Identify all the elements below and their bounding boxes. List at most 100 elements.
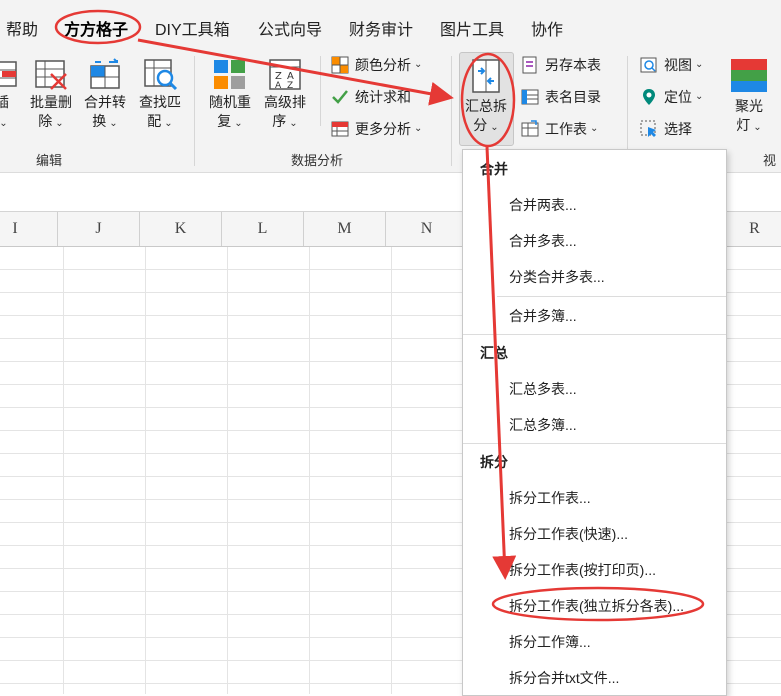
chevron-down-icon: ⌄ [414,59,423,70]
insert-button[interactable]: 插 ⌄ [0,58,22,133]
merge-convert-button[interactable]: 合并转 换 ⌄ [80,58,130,133]
find-match-button[interactable]: 查找匹 配 ⌄ [134,58,186,133]
chevron-down-icon: ⌄ [695,91,704,102]
group-label-data-analysis: 数据分析 [291,153,344,168]
select-button[interactable]: 选择 [640,117,692,141]
view-magnifier-icon [640,57,657,73]
batch-delete-icon [35,60,67,90]
find-match-label-2: 配 [147,113,162,129]
menu-item-split-merge-txt[interactable]: 拆分合并txt文件... [509,668,619,688]
batch-delete-label-2: 除 [38,113,53,129]
menu-item-category-merge[interactable]: 分类合并多表... [509,267,605,287]
worksheet-label: 工作表 [545,121,587,137]
chevron-down-icon: ⌄ [695,59,704,70]
locate-label: 定位 [664,89,692,105]
summary-split-label-1: 汇总拆 [465,98,507,114]
batch-delete-label-1: 批量删 [30,94,72,110]
column-header-n[interactable]: N [386,212,468,246]
batch-delete-button[interactable]: 批量删 除 ⌄ [27,58,75,133]
menu-item-split-workbook[interactable]: 拆分工作簿... [509,632,591,652]
chevron-down-icon: ⌄ [55,118,64,129]
menu-item-split-by-print-page[interactable]: 拆分工作表(按打印页)... [509,560,656,580]
view-button[interactable]: 视图 ⌄ [640,53,703,77]
stat-sum-button[interactable]: 统计求和 [331,85,411,109]
tab-diy-toolbox[interactable]: DIY工具箱 [155,16,230,40]
worksheet-icon [521,120,539,137]
chevron-down-icon: ⌄ [414,123,423,134]
menu-item-merge-two-sheets[interactable]: 合并两表... [509,195,577,215]
menu-item-merge-multiple-sheets[interactable]: 合并多表... [509,231,577,251]
menu-section-merge: 合并 [480,161,508,177]
sort-az-icon: Z A A Z [269,59,301,90]
chevron-down-icon: ⌄ [0,118,8,129]
menu-item-summarize-sheets[interactable]: 汇总多表... [509,379,577,399]
more-analysis-button[interactable]: 更多分析 ⌄ [331,117,422,141]
tab-help[interactable]: 帮助 [6,16,38,40]
column-header-j[interactable]: J [58,212,140,246]
random-repeat-icon [214,60,245,89]
save-sheet-as-button[interactable]: 另存本表 [521,53,601,77]
spotlight-label-2: 灯 [736,117,751,133]
merge-convert-icon [90,58,120,89]
sheet-directory-icon [521,89,539,105]
chevron-down-icon: ⌄ [490,122,499,133]
stat-sum-label: 统计求和 [355,89,411,105]
locate-button[interactable]: 定位 ⌄ [640,85,703,109]
menu-divider [497,296,726,297]
select-cursor-icon [640,120,656,137]
worksheet-button[interactable]: 工作表 ⌄ [521,117,598,141]
insert-icon [0,61,17,87]
spotlight-button[interactable]: 聚光 灯 ⌄ [727,58,771,137]
select-label: 选择 [664,121,692,137]
tab-formula-wizard[interactable]: 公式向导 [258,16,322,40]
column-header-l[interactable]: L [222,212,304,246]
summary-split-button[interactable]: 汇总拆 分 ⌄ [460,58,512,137]
group-divider [451,56,452,166]
tab-collaborate[interactable]: 协作 [531,16,563,40]
chevron-down-icon: ⌄ [753,122,762,133]
svg-text:A: A [275,81,282,90]
column-header-k[interactable]: K [140,212,222,246]
column-header-m[interactable]: M [304,212,386,246]
find-match-label-1: 查找匹 [139,94,181,110]
merge-convert-label-2: 换 [92,113,107,129]
merge-convert-label-1: 合并转 [84,94,126,110]
group-divider [194,56,195,166]
menu-section-summary: 汇总 [480,345,508,361]
advanced-sort-label-2: 序 [272,113,287,129]
spotlight-label-1: 聚光 [735,98,763,114]
summary-split-dropdown: 合并 合并两表... 合并多表... 分类合并多表... 合并多簿... 汇总 … [462,149,727,696]
column-header-i[interactable]: I [0,212,58,246]
tab-finance-audit[interactable]: 财务审计 [349,16,413,40]
menu-item-split-each-sheet-independently[interactable]: 拆分工作表(独立拆分各表)... [509,596,684,616]
save-sheet-as-label: 另存本表 [545,57,601,73]
tab-image-tools[interactable]: 图片工具 [440,16,504,40]
table-red-icon [331,121,349,137]
chevron-down-icon: ⌄ [234,118,243,129]
menu-divider [463,443,726,444]
chevron-down-icon: ⌄ [164,118,173,129]
sheet-directory-label: 表名目录 [545,89,601,105]
summary-split-label-2: 分 [473,117,488,133]
save-sheet-icon [522,56,537,74]
checkmark-icon [332,90,348,104]
menu-divider [463,334,726,335]
menu-item-split-worksheet[interactable]: 拆分工作表... [509,488,591,508]
tab-fangfang-gezi[interactable]: 方方格子 [64,16,128,40]
menu-item-summarize-workbooks[interactable]: 汇总多簿... [509,415,577,435]
menu-item-split-worksheet-fast[interactable]: 拆分工作表(快速)... [509,524,628,544]
advanced-sort-button[interactable]: Z A A Z 高级排 序 ⌄ [259,58,311,133]
svg-text:Z: Z [287,81,293,90]
ribbon-tab-bar: 帮助 方方格子 DIY工具箱 公式向导 财务审计 图片工具 协作 [0,0,781,50]
find-match-icon [144,59,178,90]
random-repeat-button[interactable]: 随机重 复 ⌄ [204,58,256,133]
location-pin-icon [643,89,655,105]
chevron-down-icon: ⌄ [289,118,298,129]
menu-item-merge-workbooks[interactable]: 合并多簿... [509,306,577,326]
random-repeat-label-2: 复 [217,113,232,129]
group-label-edit: 编辑 [36,153,63,168]
sheet-directory-button[interactable]: 表名目录 [521,85,601,109]
view-label: 视图 [664,57,692,73]
color-analysis-button[interactable]: 颜色分析 ⌄ [331,53,422,77]
spotlight-icon [731,59,767,92]
